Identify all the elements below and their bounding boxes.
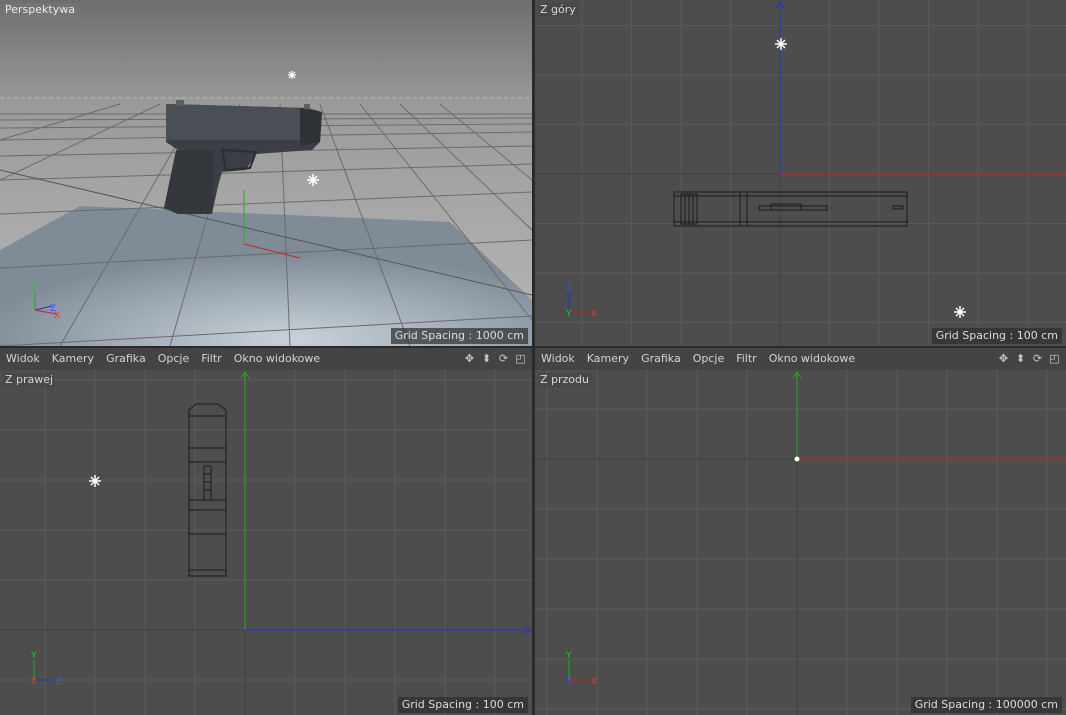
viewport-perspective[interactable]: Y Z X Perspektywa Grid Spacing : 1000 cm [0,0,532,346]
maximize-icon[interactable]: ◰ [513,351,528,366]
top-canvas: Z Y X [535,0,1066,346]
menu-opcje[interactable]: Opcje [687,348,731,370]
viewport-front[interactable]: Y Z X Z przodu Grid Spacing : 100000 cm [535,370,1066,715]
pistol-wireframe-top [673,191,908,227]
axis-label-z: Z [56,677,62,687]
viewport-label: Perspektywa [3,3,77,17]
right-grid [0,370,532,715]
viewport-label: Z przodu [538,373,591,387]
top-grid [535,0,1066,346]
front-grid [535,370,1066,715]
axis-label-y: Y [30,651,37,661]
menu-grafika[interactable]: Grafika [100,348,152,370]
light-icon [775,38,966,318]
menu-filtr[interactable]: Filtr [730,348,762,370]
menubar-right-viewport: Widok Kamery Grafika Opcje Filtr Okno wi… [0,348,532,370]
axis-label-x: X [54,311,60,321]
menu-grafika[interactable]: Grafika [635,348,687,370]
axis-label-y: Y [31,283,38,293]
light-icon [89,475,101,487]
menu-opcje[interactable]: Opcje [152,348,196,370]
move-icon[interactable]: ✥ [996,351,1011,366]
axis-label-y: Y [565,651,572,661]
axis-label-x: X [591,309,597,319]
grid-spacing-readout: Grid Spacing : 100 cm [397,697,528,713]
light-icon-small [288,71,296,79]
rotate-icon[interactable]: ⟳ [1030,351,1045,366]
maximize-icon[interactable]: ◰ [1047,351,1062,366]
menu-kamery[interactable]: Kamery [581,348,635,370]
menu-okno-widokowe[interactable]: Okno widokowe [763,348,861,370]
grid-spacing-readout: Grid Spacing : 100 cm [931,328,1062,344]
axis-label-x: X [591,677,597,687]
axis-label-y: Y [565,309,572,319]
axis-label-z: Z [566,677,572,687]
menu-filtr[interactable]: Filtr [195,348,227,370]
object-point [794,456,800,462]
move-icon[interactable]: ✥ [462,351,477,366]
menu-widok[interactable]: Widok [535,348,581,370]
zoom-icon[interactable]: ⬍ [479,351,494,366]
viewport-label: Z góry [538,3,578,17]
viewport-right[interactable]: Y X Z Z prawej Grid Spacing : 100 cm [0,370,532,715]
right-canvas: Y X Z [0,370,532,715]
menu-kamery[interactable]: Kamery [46,348,100,370]
rotate-icon[interactable]: ⟳ [496,351,511,366]
front-canvas: Y Z X [535,370,1066,715]
viewport-top[interactable]: Z Y X Z góry Grid Spacing : 100 cm [535,0,1066,346]
axis-gizmo: Y X Z [30,651,62,687]
grid-spacing-readout: Grid Spacing : 1000 cm [390,328,528,344]
zoom-icon[interactable]: ⬍ [1013,351,1028,366]
grid-spacing-readout: Grid Spacing : 100000 cm [910,697,1062,713]
axis-label-z: Z [566,283,572,293]
axis-label-x: X [31,677,37,687]
axis-gizmo: Y Z X [565,651,597,687]
menu-widok[interactable]: Widok [0,348,46,370]
menu-okno-widokowe[interactable]: Okno widokowe [228,348,326,370]
menubar-front-viewport: Widok Kamery Grafika Opcje Filtr Okno wi… [535,348,1066,370]
viewport-label: Z prawej [3,373,56,387]
axis-gizmo: Z Y X [565,283,597,319]
perspective-canvas: Y Z X [0,0,532,346]
